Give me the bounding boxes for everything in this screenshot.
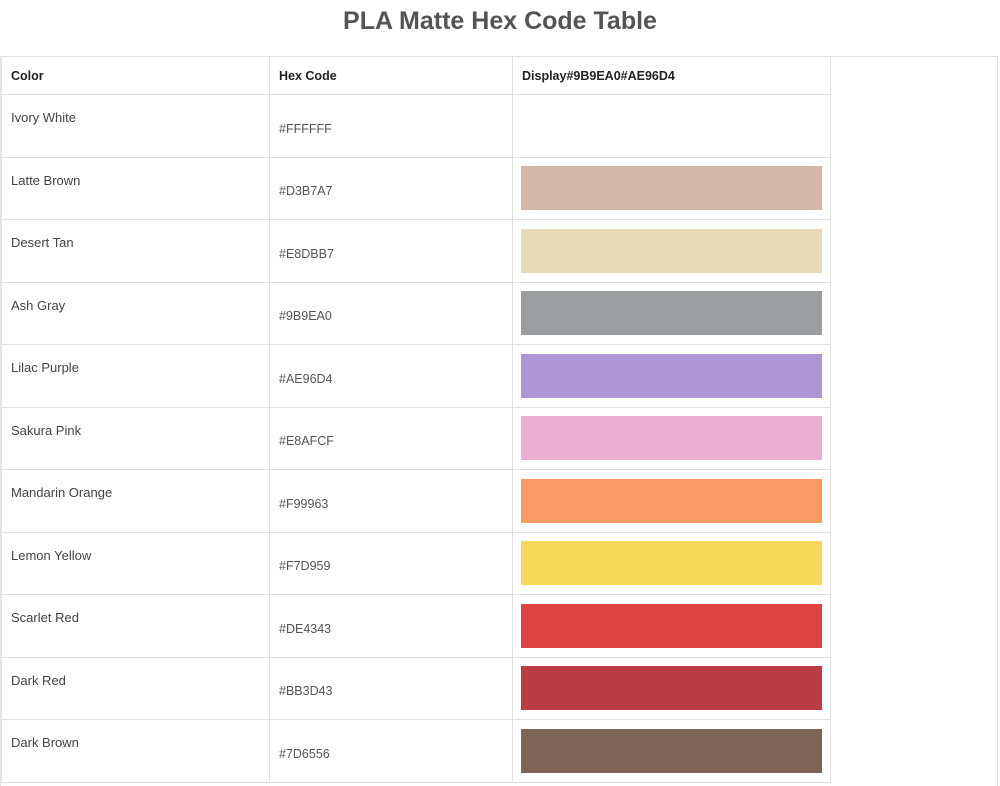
display-cell: [512, 719, 831, 783]
color-swatch: [521, 353, 822, 398]
color-name-cell: Desert Tan: [1, 219, 270, 283]
display-cell: [512, 469, 831, 533]
table-row: Ivory White #FFFFFF: [1, 94, 831, 158]
color-name-cell: Latte Brown: [1, 156, 270, 220]
color-swatch: [521, 541, 822, 586]
display-cell: [512, 594, 831, 658]
display-cell: [512, 531, 831, 595]
display-cell: [512, 94, 831, 158]
display-cell: [512, 406, 831, 470]
color-swatch: [521, 416, 822, 461]
table-row: Dark Brown #7D6556: [1, 719, 831, 783]
display-cell: [512, 344, 831, 408]
table-row: Dark Red #BB3D43: [1, 656, 831, 720]
color-swatch: [521, 603, 822, 648]
color-name-cell: Ash Gray: [1, 281, 270, 345]
color-swatch: [521, 728, 822, 773]
color-name-cell: Ivory White: [1, 94, 270, 158]
hex-code-cell: #7D6556: [269, 719, 513, 783]
page-title: PLA Matte Hex Code Table: [343, 7, 657, 35]
table-row: Lemon Yellow #F7D959: [1, 531, 831, 595]
hex-code-cell: #F7D959: [269, 531, 513, 595]
display-cell: [512, 156, 831, 220]
hex-code-cell: #FFFFFF: [269, 94, 513, 158]
color-name-cell: Lemon Yellow: [1, 531, 270, 595]
color-name-cell: Sakura Pink: [1, 406, 270, 470]
hex-code-cell: #AE96D4: [269, 344, 513, 408]
table-row: Lilac Purple #AE96D4: [1, 344, 831, 408]
color-name-cell: Scarlet Red: [1, 594, 270, 658]
table-row: Scarlet Red #DE4343: [1, 594, 831, 658]
table-row: Latte Brown #D3B7A7: [1, 156, 831, 220]
column-header-display: Display#9B9EA0#AE96D4: [512, 56, 831, 95]
color-swatch: [521, 666, 822, 711]
color-swatch: [521, 478, 822, 523]
hex-code-cell: #E8DBB7: [269, 219, 513, 283]
hex-code-cell: #F99963: [269, 469, 513, 533]
display-cell: [512, 219, 831, 283]
hex-code-table: Color Hex Code Display#9B9EA0#AE96D4 Ivo…: [1, 56, 831, 783]
column-header-color: Color: [1, 56, 270, 95]
table-row: Desert Tan #E8DBB7: [1, 219, 831, 283]
color-swatch: [521, 103, 822, 148]
color-swatch: [521, 228, 822, 273]
color-swatch: [521, 166, 822, 211]
hex-code-cell: #BB3D43: [269, 656, 513, 720]
hex-code-cell: #DE4343: [269, 594, 513, 658]
display-cell: [512, 656, 831, 720]
table-row: Sakura Pink #E8AFCF: [1, 406, 831, 470]
color-name-cell: Mandarin Orange: [1, 469, 270, 533]
table-header-row: Color Hex Code Display#9B9EA0#AE96D4: [1, 56, 831, 95]
color-name-cell: Lilac Purple: [1, 344, 270, 408]
hex-code-cell: #E8AFCF: [269, 406, 513, 470]
display-cell: [512, 281, 831, 345]
table-row: Mandarin Orange #F99963: [1, 469, 831, 533]
color-swatch: [521, 291, 822, 336]
color-name-cell: Dark Red: [1, 656, 270, 720]
hex-code-cell: #9B9EA0: [269, 281, 513, 345]
table-row: Ash Gray #9B9EA0: [1, 281, 831, 345]
color-name-cell: Dark Brown: [1, 719, 270, 783]
column-header-hex-code: Hex Code: [269, 56, 513, 95]
hex-code-cell: #D3B7A7: [269, 156, 513, 220]
